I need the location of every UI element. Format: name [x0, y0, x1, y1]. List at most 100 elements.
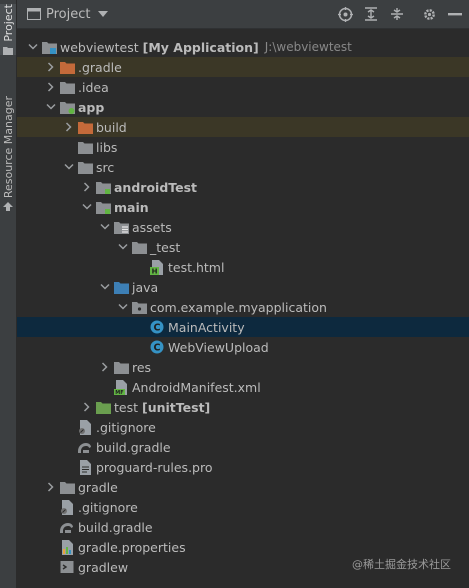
folder-icon [113, 359, 129, 375]
tree-row[interactable]: androidTest [17, 177, 469, 197]
horizontal-scrollbar[interactable] [17, 580, 469, 588]
gear-icon[interactable] [421, 6, 437, 22]
tree-row[interactable]: test [unitTest] [17, 397, 469, 417]
tree-row[interactable]: java [17, 277, 469, 297]
tree-item-label: res [132, 359, 152, 375]
tree-item-label: androidTest [114, 179, 198, 195]
tree-item-label: gradle.properties [78, 539, 186, 555]
project-tree[interactable]: webviewtest [My Application] J:\webviewtes… [17, 37, 469, 577]
gradle-file-icon [59, 519, 75, 535]
chevron-down-icon[interactable] [61, 159, 77, 175]
tree-row[interactable]: proguard-rules.pro [17, 457, 469, 477]
tree-row[interactable]: gradle.properties [17, 537, 469, 557]
tree-item-label: com.example.myapplication [150, 299, 327, 315]
tree-item-label: AndroidManifest.xml [132, 379, 261, 395]
tree-row[interactable]: src [17, 157, 469, 177]
view-selector-label[interactable]: Project [46, 7, 90, 22]
chevron-down-icon[interactable] [115, 239, 131, 255]
svg-text:MF: MF [115, 390, 123, 395]
chevron-down-icon[interactable] [43, 99, 59, 115]
tree-row[interactable]: build.gradle [17, 437, 469, 457]
tree-item-path: J:\webviewtest [264, 40, 352, 54]
tree-row[interactable]: MF AndroidManifest.xml [17, 377, 469, 397]
tree-row[interactable]: C WebViewUpload [17, 337, 469, 357]
tree-item-label: build.gradle [96, 439, 171, 455]
resource-folder-icon [113, 219, 129, 235]
tree-row[interactable]: Htest.html [17, 257, 469, 277]
tree-row[interactable]: _test [17, 237, 469, 257]
gradle-file-icon [77, 439, 93, 455]
source-root-folder-icon [113, 279, 129, 295]
resource-manager-icon [3, 202, 13, 212]
tree-row[interactable]: .gradle [17, 57, 469, 77]
expand-all-icon[interactable] [363, 6, 379, 22]
tree-item-label: .gradle [78, 59, 122, 75]
tree-row[interactable]: res [17, 357, 469, 377]
chevron-down-icon[interactable] [79, 199, 95, 215]
svg-text:C: C [154, 343, 161, 354]
chevron-right-icon[interactable] [97, 359, 113, 375]
chevron-right-icon[interactable] [79, 399, 95, 415]
chevron-down-icon[interactable] [97, 279, 113, 295]
tree-row[interactable]: gradle [17, 477, 469, 497]
tree-row[interactable]: build.gradle [17, 517, 469, 537]
tree-item-label: .gitignore [78, 499, 138, 515]
side-tab-project[interactable]: Project [0, 4, 16, 55]
chevron-right-icon[interactable] [61, 119, 77, 135]
tree-row[interactable]: .idea [17, 77, 469, 97]
tree-item-label: WebViewUpload [168, 339, 269, 355]
tree-row[interactable]: .gitignore [17, 497, 469, 517]
svg-text:H: H [152, 267, 158, 275]
tree-item-label: test.html [168, 259, 225, 275]
locate-icon[interactable] [337, 6, 353, 22]
source-set-folder-icon [95, 199, 111, 215]
tree-item-label: build.gradle [78, 519, 153, 535]
gitignore-file-icon [77, 419, 93, 435]
watermark-text: @稀土掘金技术社区 [352, 558, 451, 571]
chevron-right-icon[interactable] [79, 179, 95, 195]
tree-row[interactable]: app [17, 97, 469, 117]
module-folder-icon [41, 39, 57, 55]
folder-icon [131, 239, 147, 255]
tree-row[interactable]: webviewtest [My Application] J:\webviewtes… [17, 37, 469, 57]
tree-item-label: proguard-rules.pro [96, 459, 213, 475]
tree-row[interactable]: main [17, 197, 469, 217]
tree-item-label: test [114, 399, 139, 415]
hide-icon[interactable] [447, 6, 463, 22]
tree-row[interactable]: .gitignore [17, 417, 469, 437]
chevron-right-icon[interactable] [43, 79, 59, 95]
test-folder-icon [95, 399, 111, 415]
tree-row[interactable]: C MainActivity [17, 317, 469, 337]
tree-row[interactable]: build [17, 117, 469, 137]
side-tab-project-label: Project [1, 4, 15, 42]
text-file-icon [77, 459, 93, 475]
chevron-right-icon[interactable] [43, 59, 59, 75]
svg-text:C: C [154, 323, 161, 334]
collapse-all-icon[interactable] [389, 6, 405, 22]
chevron-down-icon[interactable] [97, 219, 113, 235]
tree-item-label: _test [150, 239, 181, 255]
chevron-down-icon[interactable] [98, 11, 109, 17]
side-tab-resource-manager-label: Resource Manager [1, 96, 15, 199]
tree-row[interactable]: libs [17, 137, 469, 157]
manifest-file-icon: MF [113, 379, 129, 395]
project-window-icon [27, 8, 41, 20]
gitignore-file-icon [59, 499, 75, 515]
chevron-down-icon[interactable] [115, 299, 131, 315]
tree-item-tag: [unitTest] [142, 399, 211, 415]
excluded-folder-icon [59, 59, 75, 75]
side-tab-resource-manager[interactable]: Resource Manager [0, 96, 16, 212]
chevron-down-icon[interactable] [25, 39, 41, 55]
tree-row[interactable]: assets [17, 217, 469, 237]
chevron-right-icon[interactable] [43, 479, 59, 495]
html-file-icon: H [149, 259, 165, 275]
tree-item-label: build [96, 119, 127, 135]
tree-item-label: java [132, 279, 159, 295]
tree-row[interactable]: com.example.myapplication [17, 297, 469, 317]
